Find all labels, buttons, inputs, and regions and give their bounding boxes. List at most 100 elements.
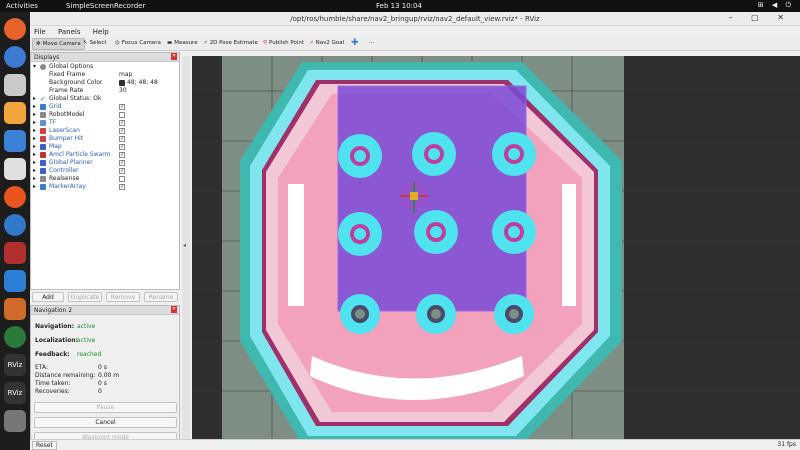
app-center-icon[interactable]	[4, 186, 26, 208]
rename-display-button[interactable]: Rename	[144, 292, 178, 302]
enable-checkbox[interactable]: ✓	[119, 128, 125, 134]
display-item-realsense[interactable]: ▸ Realsense	[31, 175, 179, 183]
expand-arrow-icon[interactable]: ▸	[33, 167, 36, 175]
enable-checkbox[interactable]: ✓	[119, 160, 125, 166]
display-item-amcl-particle-swarm[interactable]: ▸ Amcl Particle Swarm ✓	[31, 151, 179, 159]
display-item-laserscan[interactable]: ▸ LaserScan ✓	[31, 127, 179, 135]
publish-point-tool[interactable]: ⚲ Publish Point	[260, 38, 307, 50]
add-display-button[interactable]: Add	[32, 292, 64, 302]
writer-icon[interactable]	[4, 130, 26, 152]
rviz-icon[interactable]: RViz	[4, 354, 26, 376]
gear-icon	[40, 64, 46, 70]
expand-arrow-icon[interactable]: ▸	[33, 183, 36, 191]
screen-recorder-icon[interactable]	[4, 242, 26, 264]
fixed-frame-row[interactable]: Fixed Frame map	[31, 71, 179, 79]
move-camera-tool[interactable]: ✥ Move Camera	[32, 38, 85, 50]
cancel-button[interactable]: Cancel	[34, 417, 177, 428]
enable-checkbox[interactable]: ✓	[119, 184, 125, 190]
files-icon[interactable]	[4, 74, 26, 96]
expand-arrow-icon[interactable]: ▸	[33, 175, 36, 183]
collapse-left-icon[interactable]: ◂	[183, 242, 186, 249]
display-item-label: LaserScan	[49, 127, 80, 134]
costmap-render[interactable]	[192, 56, 800, 446]
close-icon[interactable]: ✕	[171, 53, 177, 60]
expand-arrow-icon[interactable]: ▸	[33, 103, 36, 111]
expand-arrow-icon[interactable]: ▾	[33, 63, 36, 71]
system-tray[interactable]: ⊞ ◀ ⏻	[758, 1, 794, 10]
display-type-icon	[40, 128, 46, 134]
vscode-icon[interactable]	[4, 270, 26, 292]
display-item-bumper-hit[interactable]: ▸ Bumper Hit ✓	[31, 135, 179, 143]
rviz-icon-2[interactable]: RViz	[4, 382, 26, 404]
expand-arrow-icon[interactable]: ▸	[33, 95, 36, 103]
title-bar[interactable]: /opt/ros/humble/share/nav2_bringup/rviz/…	[30, 12, 800, 26]
select-tool[interactable]: ↖ Select	[80, 38, 110, 50]
expand-arrow-icon[interactable]: ▸	[33, 111, 36, 119]
global-options-row[interactable]: ▾ Global Options	[31, 63, 179, 71]
recoveries-row: Recoveries: 0	[35, 388, 102, 395]
menu-help[interactable]: Help	[93, 28, 109, 36]
nav2-header: Navigation 2 ✕	[31, 306, 179, 315]
close-icon[interactable]: ✕	[171, 306, 177, 313]
enable-checkbox[interactable]: ✓	[119, 104, 125, 110]
enable-checkbox[interactable]: ✓	[119, 152, 125, 158]
expand-arrow-icon[interactable]: ▸	[33, 159, 36, 167]
trash-icon[interactable]	[4, 410, 26, 432]
display-item-markerarray[interactable]: ▸ MarkerArray ✓	[31, 183, 179, 191]
menu-bar: File Panels Help	[30, 26, 800, 37]
nav2-goal-tool[interactable]: ➚ Nav2 Goal	[306, 38, 347, 50]
display-item-controller[interactable]: ▸ Controller ✓	[31, 167, 179, 175]
focus-camera-tool[interactable]: ◎ Focus Camera	[112, 38, 164, 50]
pose-estimate-tool[interactable]: ➚ 2D Pose Estimate	[200, 38, 261, 50]
remove-display-button[interactable]: Remove	[106, 292, 140, 302]
free-space-left	[288, 184, 304, 306]
background-color-row[interactable]: Background Color 48; 48; 48	[31, 79, 179, 87]
expand-arrow-icon[interactable]: ▸	[33, 119, 36, 127]
display-item-map[interactable]: ▸ Map ✓	[31, 143, 179, 151]
measure-tool[interactable]: ▬ Measure	[164, 38, 201, 50]
enable-checkbox[interactable]	[119, 112, 125, 118]
display-item-grid[interactable]: ▸ Grid ✓	[31, 103, 179, 111]
display-item-robotmodel[interactable]: ▸ RobotModel	[31, 111, 179, 119]
window-controls[interactable]: – ▢ ✕	[729, 13, 792, 22]
color-swatch[interactable]	[119, 80, 125, 86]
frame-rate-row[interactable]: Frame Rate 30	[31, 87, 179, 95]
pause-button[interactable]: Pause	[34, 402, 177, 413]
localization-status: Localization: active	[35, 337, 96, 344]
stack-icon[interactable]	[4, 298, 26, 320]
thunderbird-icon[interactable]	[4, 46, 26, 68]
panel-splitter[interactable]: ◂	[182, 56, 190, 446]
enable-checkbox[interactable]: ✓	[119, 168, 125, 174]
3d-view[interactable]	[192, 56, 800, 446]
display-item-label: TF	[49, 119, 57, 126]
display-item-global-planner[interactable]: ▸ Global Planner ✓	[31, 159, 179, 167]
status-bar: Reset 31 fps	[30, 439, 800, 450]
focused-app-name[interactable]: SimpleScreenRecorder	[66, 2, 145, 10]
global-status-row[interactable]: ▸ ✓ Global Status: Ok	[31, 95, 179, 103]
activities-button[interactable]: Activities	[6, 2, 38, 10]
more-tools-button[interactable]: ···	[366, 38, 377, 50]
menu-file[interactable]: File	[34, 28, 46, 36]
add-tool-button[interactable]: ✚	[348, 38, 362, 50]
enable-checkbox[interactable]: ✓	[119, 144, 125, 150]
duplicate-display-button[interactable]: Duplicate	[68, 292, 102, 302]
expand-arrow-icon[interactable]: ▸	[33, 127, 36, 135]
expand-arrow-icon[interactable]: ▸	[33, 151, 36, 159]
gazebo-icon[interactable]	[4, 326, 26, 348]
reset-button[interactable]: Reset	[32, 441, 57, 450]
text-editor-icon[interactable]	[4, 158, 26, 180]
expand-arrow-icon[interactable]: ▸	[33, 143, 36, 151]
help-icon[interactable]	[4, 214, 26, 236]
display-item-tf[interactable]: ▸ TF ✓	[31, 119, 179, 127]
display-type-icon	[40, 184, 46, 190]
clock[interactable]: Feb 13 10:04	[376, 2, 422, 10]
enable-checkbox[interactable]	[119, 176, 125, 182]
enable-checkbox[interactable]: ✓	[119, 136, 125, 142]
menu-panels[interactable]: Panels	[58, 28, 81, 36]
enable-checkbox[interactable]: ✓	[119, 120, 125, 126]
expand-arrow-icon[interactable]: ▸	[33, 135, 36, 143]
display-type-icon	[40, 152, 46, 158]
rhythmbox-icon[interactable]	[4, 102, 26, 124]
time-taken-row: Time taken: 0 s	[35, 380, 107, 387]
firefox-icon[interactable]	[4, 18, 26, 40]
